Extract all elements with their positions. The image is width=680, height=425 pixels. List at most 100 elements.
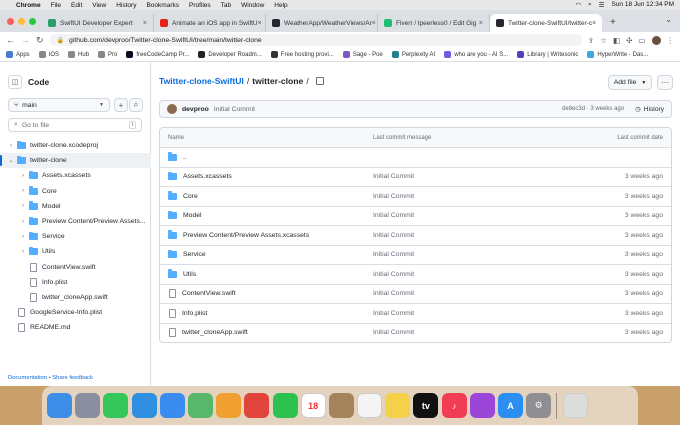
mail-icon[interactable] [159,393,185,418]
chevron-right-icon[interactable]: › [19,173,27,179]
appletv-icon[interactable]: tv [413,393,439,418]
tree-item[interactable]: › Preview Content/Preview Assets... [0,214,151,229]
row-name-link[interactable]: Model [183,212,202,219]
control-center-icon[interactable]: ☰ [599,1,605,9]
row-name-link[interactable]: twitter_cloneApp.swift [182,329,248,336]
bookmark-item[interactable]: Developer Roadm... [198,51,262,58]
url-bar[interactable]: 🔒 github.com/devproo/Twitter-clone-Swift… [49,34,582,46]
close-tab-icon[interactable]: × [143,20,147,27]
tab-3[interactable]: Fiverr / lpeerless0 / Edit Gig × [378,14,490,32]
close-tab-icon[interactable]: × [372,20,376,27]
table-row[interactable]: Model Initial Commit 3 weeks ago [160,205,671,226]
menu-tab[interactable]: Tab [221,2,231,9]
tree-item[interactable]: Info.plist [0,275,151,290]
tab-search-chevron-icon[interactable]: ⌄ [665,15,672,24]
calendar-icon[interactable]: 18 [300,393,326,418]
profile-avatar[interactable] [651,35,661,45]
row-name-link[interactable]: ContentView.swift [182,290,236,297]
bookmark-item[interactable]: Pro [98,51,117,58]
tree-item[interactable]: › Service [0,229,151,244]
bookmark-item[interactable]: Free hosting provi... [270,51,334,58]
maps-icon[interactable] [187,393,213,418]
table-row[interactable]: Assets.xcassets Initial Commit 3 weeks ago [160,166,671,187]
bookmark-item[interactable]: who are you - AI S... [444,51,508,58]
back-arrow-icon[interactable]: ← [6,35,15,45]
row-name-link[interactable]: Preview Content/Preview Assets.xcassets [183,232,309,239]
row-commit-message[interactable]: Initial Commit [373,193,573,200]
chevron-down-icon[interactable]: ⌄ [7,157,15,164]
puzzle-icon[interactable]: ✣ [626,36,632,45]
row-commit-message[interactable]: Initial Commit [373,173,573,180]
forward-arrow-icon[interactable]: → [21,35,30,45]
add-file-button[interactable]: Add file ▼ [608,75,652,90]
zoom-window-button[interactable] [29,18,36,25]
wifi-icon[interactable]: ◠ [575,1,581,9]
tree-item[interactable]: › Core [0,184,151,199]
tree-item[interactable]: › Model [0,199,151,214]
podcasts-icon[interactable] [469,393,495,418]
tree-item[interactable]: GoogleService-Info.plist [0,305,151,320]
minimize-window-button[interactable] [18,18,25,25]
table-row[interactable]: Utils Initial Commit 3 weeks ago [160,264,671,284]
close-tab-icon[interactable]: × [479,20,483,27]
row-name-link[interactable]: Info.plist [182,310,207,317]
row-name-link[interactable]: Assets.xcassets [183,173,232,180]
table-row[interactable]: twitter_cloneApp.swift Initial Commit 3 we… [160,322,671,343]
chevron-right-icon[interactable]: › [19,219,27,225]
branch-selector[interactable]: ⑂ main ▼ [8,98,110,112]
tab-0[interactable]: SwiftUI Developer Expert × [42,14,154,32]
row-name-link[interactable]: .. [183,154,187,161]
tree-item[interactable]: ⌄ twitter-clone [0,153,151,169]
bookmark-item[interactable]: Sage - Poe [342,51,383,58]
sidepanel-icon[interactable]: ▭ [638,36,645,45]
more-options-button[interactable]: ⋯ [657,75,673,90]
menubar-datetime[interactable]: Sun 18 Jun 12:34 PM [611,1,674,9]
safari-icon[interactable] [131,393,157,418]
table-row[interactable]: Core Initial Commit 3 weeks ago [160,186,671,206]
row-name-link[interactable]: Service [183,251,206,258]
appstore-icon[interactable]: A [498,393,523,418]
copy-path-icon[interactable] [315,77,324,85]
breadcrumb-repo-link[interactable]: Twitter-clone-SwiftUI [159,76,244,86]
table-row[interactable]: ContentView.swift Initial Commit 3 weeks a… [160,283,671,304]
table-row[interactable]: Preview Content/Preview Assets.xcassets I… [160,225,671,245]
tab-1[interactable]: Animate an iOS app in SwiftU × [154,14,266,32]
system-settings-icon[interactable]: ⚙ [526,393,552,418]
bookmark-item[interactable]: freeCodeCamp Pr... [126,51,189,58]
tree-item[interactable]: ContentView.swift [0,260,151,275]
chevron-right-icon[interactable]: › [19,188,27,194]
row-commit-message[interactable]: Initial Commit [373,329,573,336]
table-row[interactable]: .. [160,147,671,167]
tree-item[interactable]: README.md [0,320,151,335]
reminders-icon[interactable] [357,393,383,418]
notes-icon[interactable] [385,393,411,418]
music-icon[interactable]: ♪ [441,393,467,418]
chevron-right-icon[interactable]: › [19,249,27,255]
row-name-link[interactable]: Core [183,193,198,200]
close-tab-icon[interactable]: × [592,20,596,27]
commit-author[interactable]: devproo [182,106,209,113]
messages-icon[interactable] [103,393,129,418]
share-icon[interactable]: ⇪ [588,36,594,45]
table-row[interactable]: Service Initial Commit 3 weeks ago [160,244,671,265]
go-to-file-input[interactable]: ⌕ Go to file t [8,118,142,132]
menu-window[interactable]: Window [241,2,264,9]
chrome-icon[interactable] [244,393,270,418]
extension-icon[interactable]: ◧ [613,36,620,45]
chevron-right-icon[interactable]: › [19,234,27,240]
tree-item[interactable]: › Utils [0,244,151,259]
bookmark-item[interactable]: Perplexity AI [391,51,435,58]
trash-icon[interactable] [562,393,588,418]
search-files-button[interactable]: ⌕ [129,98,143,112]
menu-view[interactable]: View [92,2,106,9]
menu-profiles[interactable]: Profiles [189,2,211,9]
contacts-icon[interactable] [328,393,354,418]
row-commit-message[interactable]: Initial Commit [373,251,573,258]
photos-icon[interactable] [216,393,242,418]
menu-edit[interactable]: Edit [71,2,82,9]
reload-icon[interactable]: ↻ [36,35,44,46]
row-commit-message[interactable]: Initial Commit [373,232,573,239]
sidebar-footer-links[interactable]: Documentation • Share feedback [8,375,93,381]
tree-item[interactable]: › twitter-clone.xcodeproj [0,138,151,153]
commit-meta[interactable]: de8ec3d · 3 weeks ago [562,106,624,112]
